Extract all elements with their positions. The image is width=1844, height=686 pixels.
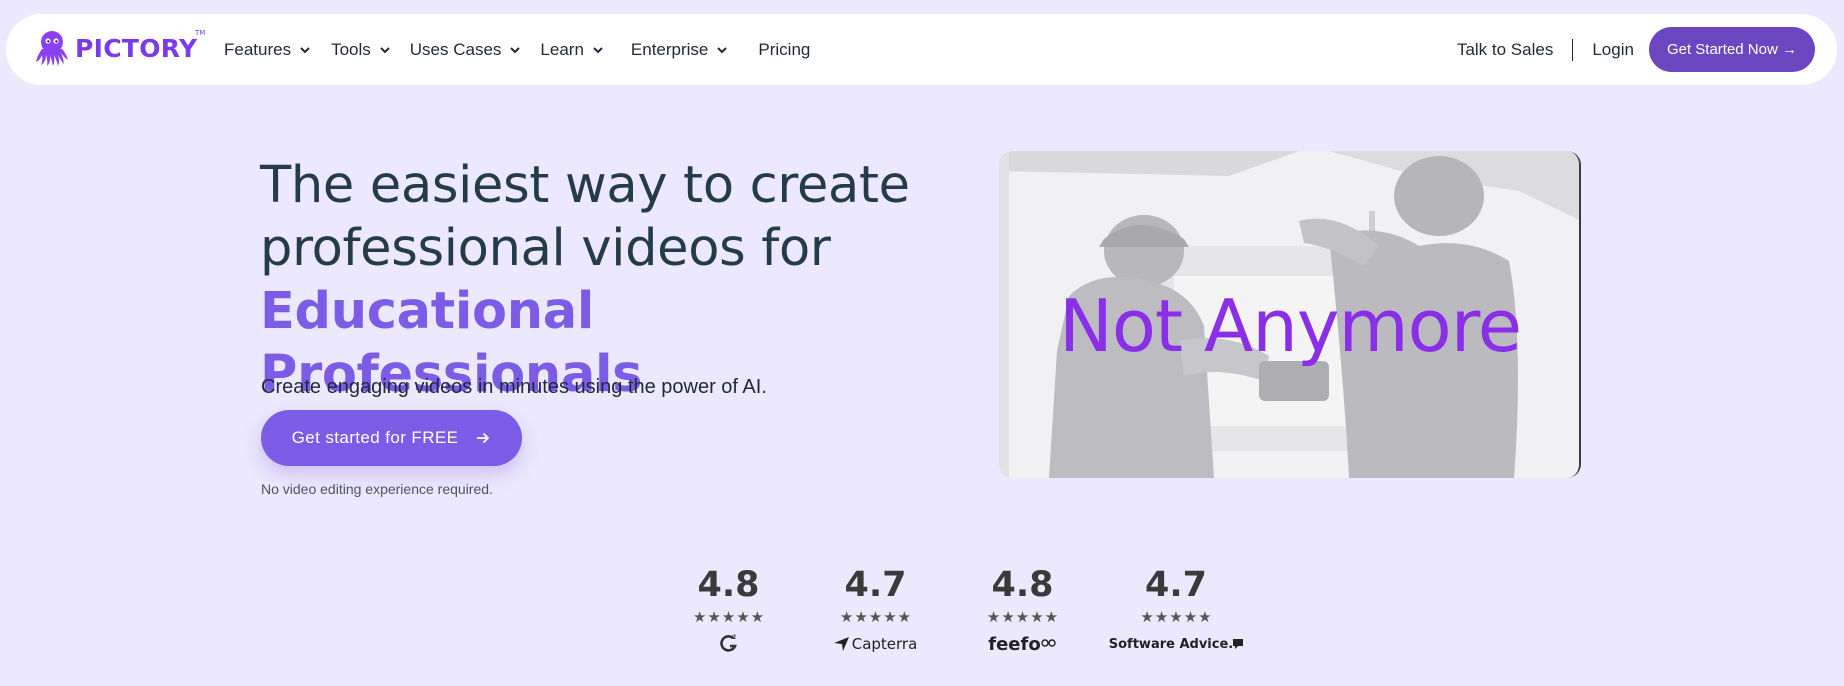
- page: PICTORY TM Features Tools Uses Cases Lea…: [0, 0, 1844, 686]
- star-icon: ★: [897, 609, 912, 626]
- hero-title-line-1: The easiest way to create: [260, 156, 910, 215]
- star-icon: ★: [1044, 609, 1059, 626]
- star-icon: ★: [750, 609, 765, 626]
- nav-divider: [1572, 38, 1574, 61]
- rating-score: 4.8: [697, 565, 760, 605]
- get-started-now-button[interactable]: Get Started Now →: [1648, 27, 1815, 72]
- nav-item-enterprise[interactable]: Enterprise: [631, 40, 729, 60]
- nav-item-features[interactable]: Features: [224, 40, 312, 60]
- nav-item-pricing[interactable]: Pricing: [758, 40, 810, 60]
- nav-item-label: Learn: [540, 39, 584, 59]
- brand-name: Software Advice.: [1108, 636, 1234, 652]
- star-icon: ★: [707, 609, 721, 626]
- rating-capterra: 4.7 ★ ★ ★ ★ ★ Capterra: [802, 565, 949, 656]
- star-icon: ★: [736, 609, 750, 626]
- g2-logo-icon: 2: [719, 634, 737, 652]
- star-rating: ★ ★ ★ ★ ★: [987, 610, 1058, 626]
- star-rating: ★ ★ ★ ★ ★: [693, 610, 764, 626]
- chevron-down-icon: [593, 46, 603, 53]
- get-started-free-button[interactable]: Get started for FREE: [261, 410, 522, 466]
- svg-text:2: 2: [732, 634, 736, 641]
- chevron-down-icon: [717, 46, 728, 53]
- nav-item-label: Features: [224, 39, 292, 59]
- star-icon: ★: [854, 609, 868, 626]
- nav-item-label: Uses Cases: [409, 39, 502, 59]
- logo-text: PICTORY: [75, 33, 198, 63]
- star-icon: ★: [1154, 609, 1169, 626]
- star-icon: ★: [1015, 609, 1030, 626]
- rating-software-advice: 4.7 ★ ★ ★ ★ ★ Software Advice.: [1096, 565, 1256, 656]
- hero-title: The easiest way to create professional v…: [260, 154, 940, 406]
- rating-g2: 4.8 ★ ★ ★ ★ ★ 2: [655, 565, 802, 656]
- chevron-down-icon: [510, 46, 521, 53]
- video-overlay-text: Not Anymore: [1058, 283, 1522, 368]
- chevron-down-icon: [380, 46, 390, 53]
- brand-name: feefo: [988, 633, 1041, 655]
- pictory-logo[interactable]: PICTORY TM: [34, 29, 205, 67]
- star-icon: ★: [839, 609, 854, 626]
- star-icon: ★: [1183, 609, 1198, 626]
- hero-subtitle: Create engaging videos in minutes using …: [261, 376, 767, 398]
- brand-logo: Software Advice.: [1108, 632, 1244, 656]
- hero-video[interactable]: Not Anymore: [999, 151, 1581, 478]
- nav-item-use-cases[interactable]: Uses Cases: [410, 40, 523, 60]
- logo-trademark: TM: [195, 29, 206, 37]
- rating-score: 4.7: [1144, 565, 1207, 605]
- software-advice-logo-icon: [1233, 639, 1244, 649]
- nav-menu: Features Tools Uses Cases Learn Enterpri…: [218, 14, 810, 85]
- star-icon: ★: [692, 609, 707, 626]
- brand-logo: 2: [719, 632, 739, 656]
- star-icon: ★: [1169, 609, 1183, 626]
- ratings-row: 4.8 ★ ★ ★ ★ ★ 2 4.7 ★ ★ ★ ★ ★ Capterra 4.8: [655, 565, 1256, 656]
- rating-score: 4.7: [844, 565, 907, 605]
- feefo-logo-icon: [1041, 639, 1056, 647]
- get-started-free-label: Get started for FREE: [291, 428, 459, 447]
- brand-logo: Capterra: [833, 632, 918, 656]
- login-link[interactable]: Login: [1592, 40, 1634, 60]
- nav-item-learn[interactable]: Learn: [540, 40, 604, 60]
- chevron-down-icon: [300, 46, 310, 53]
- top-navbar: PICTORY TM Features Tools Uses Cases Lea…: [6, 14, 1837, 85]
- hero-note: No video editing experience required.: [261, 481, 493, 497]
- rating-score: 4.8: [991, 565, 1054, 605]
- brand-name: Capterra: [851, 635, 918, 653]
- brand-logo: feefo: [988, 632, 1056, 656]
- nav-item-label: Tools: [331, 39, 371, 59]
- star-icon: ★: [883, 609, 897, 626]
- nav-item-label: Enterprise: [630, 39, 709, 59]
- star-icon: ★: [986, 609, 1001, 626]
- arrow-right-icon: [477, 432, 490, 444]
- hero-title-line-2: professional videos for: [260, 219, 831, 278]
- star-icon: ★: [1030, 609, 1044, 626]
- nav-right: Talk to Sales Login Get Started Now →: [1457, 14, 1815, 85]
- octopus-logo-icon: [36, 31, 68, 66]
- star-icon: ★: [1001, 609, 1015, 626]
- star-icon: ★: [721, 609, 736, 626]
- capterra-logo-icon: [833, 637, 849, 651]
- star-rating: ★ ★ ★ ★ ★: [1140, 610, 1211, 626]
- rating-feefo: 4.8 ★ ★ ★ ★ ★ feefo: [949, 565, 1096, 656]
- star-icon: ★: [1140, 609, 1154, 626]
- nav-item-label: Pricing: [758, 39, 811, 59]
- star-icon: ★: [868, 609, 883, 626]
- talk-to-sales-link[interactable]: Talk to Sales: [1457, 40, 1553, 60]
- nav-item-tools[interactable]: Tools: [331, 40, 392, 60]
- star-rating: ★ ★ ★ ★ ★: [840, 610, 911, 626]
- star-icon: ★: [1198, 609, 1212, 626]
